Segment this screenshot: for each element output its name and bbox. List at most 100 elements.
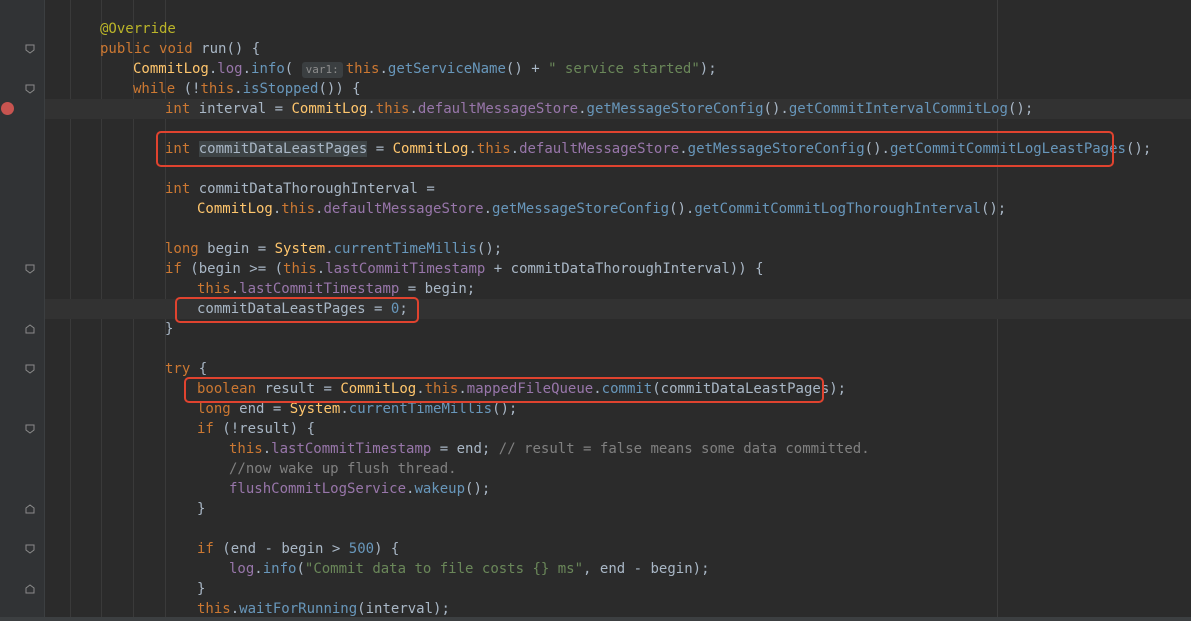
method-token: getServiceName	[387, 61, 506, 77]
variable-token: begin	[424, 281, 467, 297]
variable-token: result	[239, 421, 290, 437]
field-token: lastCommitTimestamp	[325, 261, 486, 277]
method-token: currentTimeMillis	[333, 241, 477, 257]
variable-token: end	[230, 541, 257, 557]
class-token: System	[289, 401, 341, 417]
method-token: getCommitCommitLogThoroughInterval	[694, 201, 981, 217]
keyword-token: while	[133, 81, 176, 97]
variable-token: commitDataThoroughInterval	[198, 181, 418, 197]
comment-token: // result = false means some data commit…	[498, 441, 870, 457]
keyword-token: void	[159, 41, 193, 57]
fold-end-icon[interactable]	[25, 324, 35, 334]
fold-icon[interactable]	[25, 44, 35, 54]
annotation-token: @Override	[100, 21, 176, 37]
code-line[interactable]: if (begin >= (this.lastCommitTimestamp +…	[165, 259, 764, 279]
highlight-box	[175, 297, 419, 323]
code-line[interactable]: if (!result) {	[197, 419, 315, 439]
keyword-token: try	[165, 361, 191, 377]
fold-end-icon[interactable]	[25, 584, 35, 594]
breakpoint-icon[interactable]	[1, 102, 14, 115]
fold-icon[interactable]	[25, 424, 35, 434]
code-line[interactable]: this.waitForRunning(interval);	[197, 599, 450, 619]
variable-token: interval	[365, 601, 434, 617]
keyword-token: this	[197, 601, 231, 617]
code-line[interactable]: this.lastCommitTimestamp = end; // resul…	[229, 439, 870, 459]
field-token: defaultMessageStore	[323, 201, 484, 217]
keyword-token: this	[229, 441, 263, 457]
class-token: CommitLog	[197, 201, 273, 217]
variable-token: interval	[198, 101, 267, 117]
class-token: CommitLog	[291, 101, 368, 117]
fold-end-icon[interactable]	[25, 504, 35, 514]
method-token: getMessageStoreConfig	[492, 201, 670, 217]
variable-token: begin	[198, 261, 241, 277]
field-token: flushCommitLogService	[229, 481, 407, 497]
field-token: defaultMessageStore	[417, 101, 579, 117]
method-signature: run() {	[192, 41, 261, 57]
highlight-box	[156, 131, 1114, 167]
fold-icon[interactable]	[25, 84, 35, 94]
method-token: info	[251, 61, 285, 77]
keyword-token: long	[165, 241, 199, 257]
code-line[interactable]: }	[197, 579, 205, 599]
keyword-token: if	[165, 261, 182, 277]
variable-token: begin	[650, 561, 693, 577]
keyword-token: this	[200, 81, 235, 97]
fold-icon[interactable]	[25, 364, 35, 374]
highlight-box	[184, 377, 824, 403]
string-token: "Commit data to file costs {} ms"	[304, 561, 584, 577]
keyword-token: this	[375, 101, 410, 117]
field-token: lastCommitTimestamp	[239, 281, 400, 297]
method-token: currentTimeMillis	[348, 401, 493, 417]
code-line[interactable]: public void run() {	[100, 39, 260, 59]
variable-token: begin	[281, 541, 324, 557]
parameter-hint: var1:	[301, 62, 343, 78]
field-token: log	[229, 561, 255, 577]
keyword-token: int	[165, 181, 191, 197]
variable-token: end	[599, 561, 626, 577]
editor-gutter[interactable]	[0, 0, 44, 621]
code-line[interactable]: //now wake up flush thread.	[229, 459, 457, 479]
field-token: lastCommitTimestamp	[271, 441, 432, 457]
code-line[interactable]: log.info("Commit data to file costs {} m…	[229, 559, 710, 579]
field-token: log	[217, 61, 243, 77]
code-line[interactable]: CommitLog.log.info( var1: this.getService…	[133, 59, 717, 79]
string-token: " service started"	[548, 61, 700, 77]
keyword-token: this	[345, 61, 380, 77]
horizontal-scrollbar[interactable]	[0, 617, 1191, 621]
method-token: isStopped	[242, 81, 319, 97]
method-token: getCommitIntervalCommitLog	[788, 101, 1008, 117]
code-line[interactable]: try {	[165, 359, 207, 379]
code-line[interactable]: this.lastCommitTimestamp = begin;	[197, 279, 475, 299]
keyword-token: this	[281, 201, 316, 217]
code-line[interactable]: int commitDataThoroughInterval =	[165, 179, 435, 199]
variable-token: end	[456, 441, 482, 457]
code-line[interactable]: flushCommitLogService.wakeup();	[229, 479, 490, 499]
variable-token: end	[239, 401, 265, 417]
comment-token: //now wake up flush thread.	[229, 461, 457, 477]
keyword-token: int	[165, 101, 191, 117]
class-token: System	[274, 241, 326, 257]
number-token: 500	[348, 541, 375, 557]
code-line[interactable]: long begin = System.currentTimeMillis();	[165, 239, 502, 259]
keyword-token: this	[283, 261, 317, 277]
method-token: getMessageStoreConfig	[586, 101, 764, 117]
method-token: wakeup	[414, 481, 466, 497]
keyword-token: if	[197, 541, 214, 557]
code-line[interactable]: while (!this.isStopped()) {	[133, 79, 361, 99]
keyword-token: this	[197, 281, 231, 297]
code-line[interactable]: @Override	[100, 19, 176, 39]
variable-token: begin	[207, 241, 250, 257]
code-line[interactable]: }	[197, 499, 205, 519]
class-token: CommitLog	[133, 61, 209, 77]
keyword-token: if	[197, 421, 214, 437]
code-line[interactable]: }	[165, 319, 173, 339]
code-line[interactable]: if (end - begin > 500) {	[197, 539, 399, 559]
code-line[interactable]: int interval = CommitLog.this.defaultMes…	[165, 99, 1033, 119]
fold-icon[interactable]	[25, 544, 35, 554]
keyword-token: long	[197, 401, 231, 417]
fold-icon[interactable]	[25, 264, 35, 274]
method-token: waitForRunning	[239, 601, 358, 617]
code-line[interactable]: CommitLog.this.defaultMessageStore.getMe…	[197, 199, 1006, 219]
keyword-token: public	[100, 41, 151, 57]
